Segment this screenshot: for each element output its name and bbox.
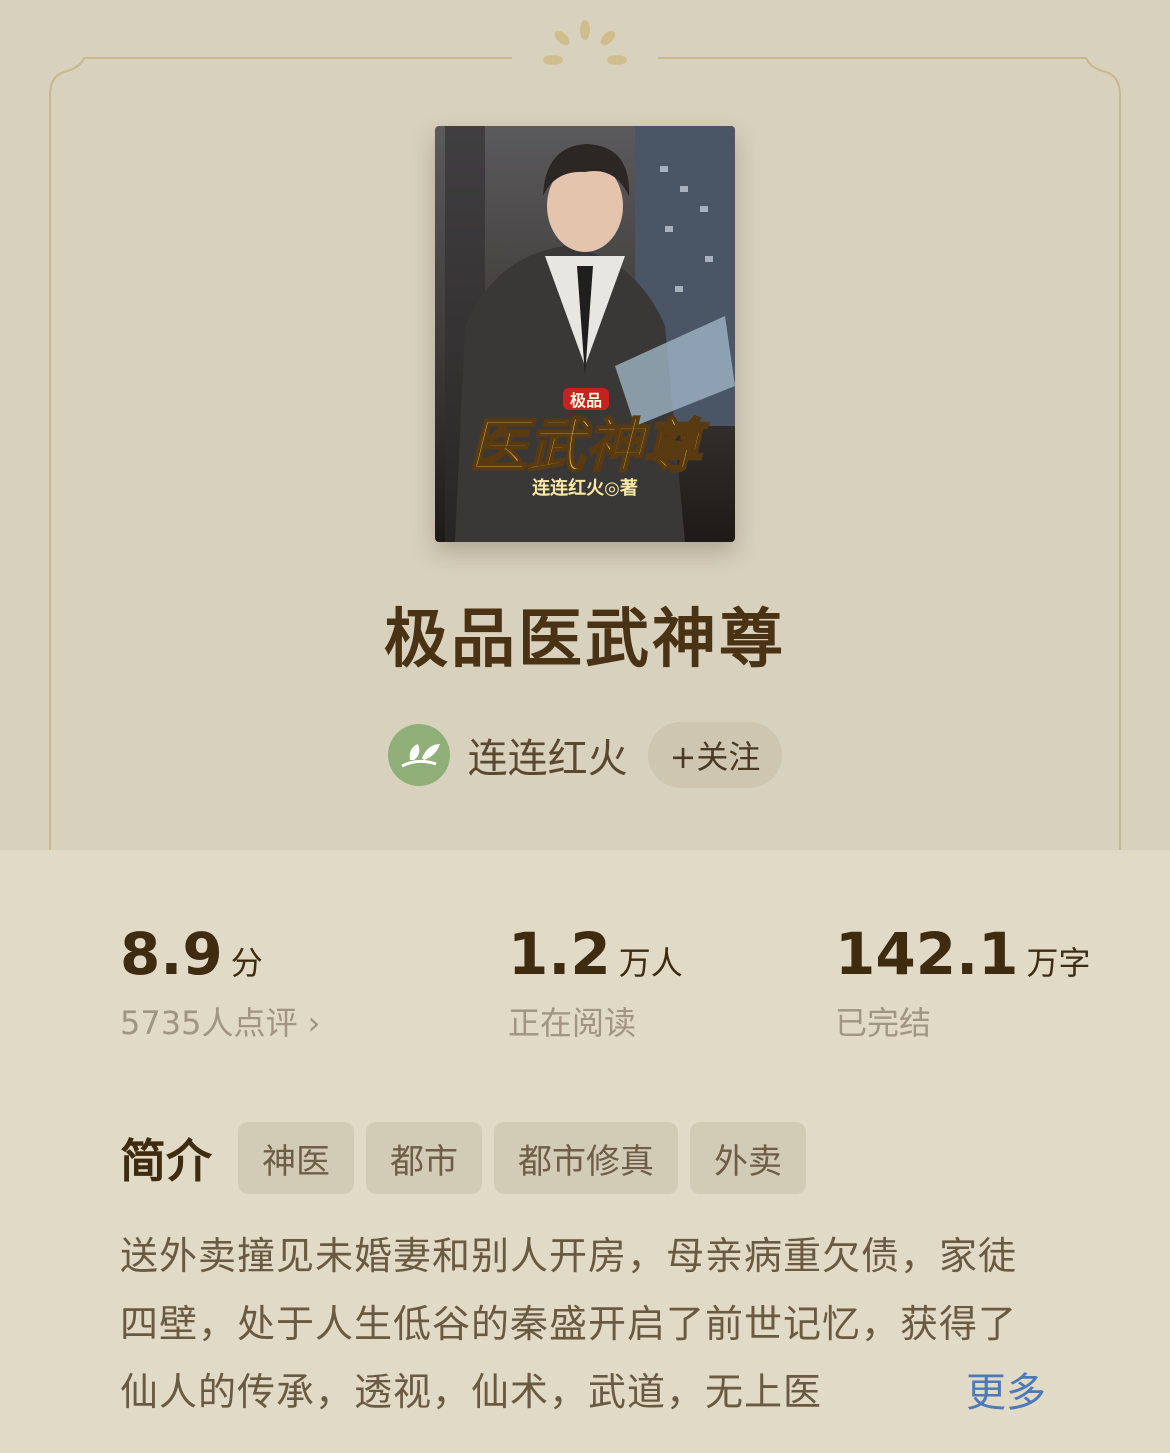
wordcount-unit: 万字: [1026, 944, 1091, 982]
ornament-icon: [543, 20, 627, 65]
stat-rating[interactable]: 8.9 分 5735人点评 ›: [120, 920, 320, 1044]
readers-label: 正在阅读: [508, 1004, 637, 1042]
tag-chip[interactable]: 外卖: [690, 1122, 806, 1194]
avatar[interactable]: [387, 724, 450, 786]
stat-readers: 1.2 万人 正在阅读: [508, 920, 683, 1044]
review-count-link[interactable]: 5735人点评 ›: [120, 998, 320, 1044]
text-fade: [870, 1358, 970, 1426]
more-link[interactable]: 更多: [966, 1360, 1046, 1418]
follow-button[interactable]: +关注: [647, 722, 783, 788]
tag-chip[interactable]: 都市: [366, 1122, 482, 1194]
status-label: 已完结: [835, 1004, 932, 1042]
stat-wordcount: 142.1 万字 已完结: [835, 920, 1090, 1044]
tag-chip[interactable]: 神医: [238, 1122, 354, 1194]
cover-title: 医武神尊: [469, 412, 709, 480]
tag-chip[interactable]: 都市修真: [494, 1122, 678, 1194]
rating-value: 8.9: [120, 920, 223, 988]
author-name[interactable]: 连连红火: [468, 726, 628, 784]
author-row: 连连红火 +关注: [0, 722, 1170, 788]
wordcount-value: 142.1: [835, 920, 1019, 988]
cover-small-title: 极品: [570, 391, 602, 410]
book-title: 极品医武神尊: [384, 603, 786, 677]
rating-unit: 分: [230, 944, 263, 982]
readers-value: 1.2: [508, 920, 611, 988]
readers-unit: 万人: [618, 944, 683, 982]
book-leaf-icon: [400, 744, 440, 768]
intro-header: 简介 神医 都市 都市修真 外卖: [120, 1122, 818, 1194]
cover-author: 连连红火◎著: [532, 477, 638, 499]
intro-label: 简介: [120, 1134, 212, 1188]
book-cover[interactable]: 极品 医武神尊 连连红火◎著: [435, 126, 735, 542]
